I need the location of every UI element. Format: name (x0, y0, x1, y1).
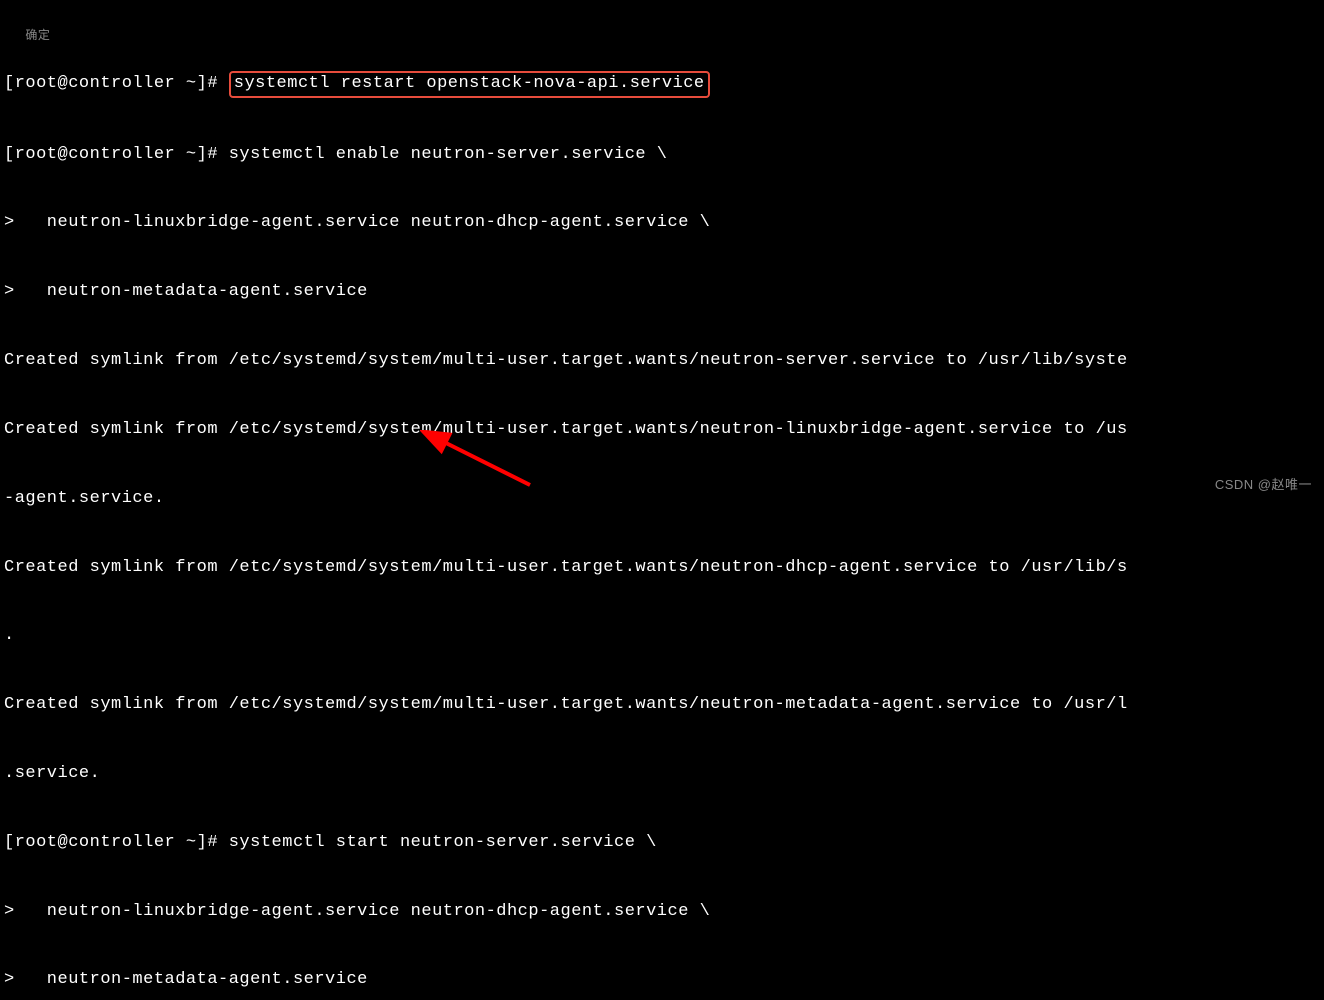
terminal-line: > neutron-metadata-agent.service (4, 969, 1320, 992)
terminal-output[interactable]: 确定 [root@controller ~]# systemctl restar… (0, 0, 1324, 1000)
terminal-line: > neutron-linuxbridge-agent.service neut… (4, 212, 1320, 235)
terminal-line: > neutron-metadata-agent.service (4, 281, 1320, 304)
terminal-line: .service. (4, 763, 1320, 786)
terminal-line: Created symlink from /etc/systemd/system… (4, 350, 1320, 373)
terminal-line: . (4, 625, 1320, 648)
terminal-line: [root@controller ~]# systemctl enable ne… (4, 144, 1320, 167)
terminal-line: [root@controller ~]# systemctl restart o… (4, 71, 1320, 98)
shell-prompt: [root@controller ~]# (4, 74, 229, 93)
terminal-line: Created symlink from /etc/systemd/system… (4, 694, 1320, 717)
watermark-text: CSDN @赵唯一 (1215, 476, 1312, 494)
terminal-line: Created symlink from /etc/systemd/system… (4, 557, 1320, 580)
highlighted-command: systemctl restart openstack-nova-api.ser… (229, 71, 710, 98)
terminal-line: [root@controller ~]# systemctl start neu… (4, 832, 1320, 855)
header-fragment: 确定 (25, 29, 50, 43)
terminal-line: -agent.service. (4, 488, 1320, 511)
terminal-line: Created symlink from /etc/systemd/system… (4, 419, 1320, 442)
terminal-line: > neutron-linuxbridge-agent.service neut… (4, 901, 1320, 924)
